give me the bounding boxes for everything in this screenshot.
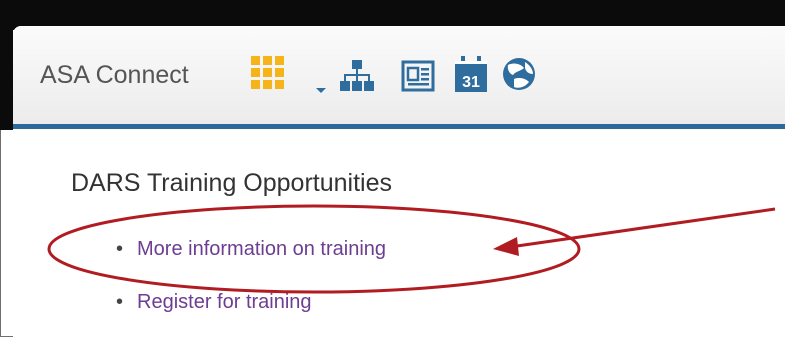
section-title: DARS Training Opportunities: [71, 169, 392, 197]
left-dark-band: [0, 0, 13, 130]
bullet-icon: •: [116, 238, 124, 260]
app-title: ASA Connect: [40, 61, 189, 89]
org-chart-icon[interactable]: [340, 60, 374, 92]
news-icon[interactable]: [401, 60, 435, 92]
list-item: • More information on training: [116, 236, 386, 262]
chevron-down-icon[interactable]: [316, 88, 326, 93]
more-information-link[interactable]: More information on training: [137, 238, 386, 260]
register-link[interactable]: Register for training: [137, 291, 312, 313]
calendar-day-text: 31: [462, 74, 480, 91]
apps-grid-icon[interactable]: [251, 56, 287, 92]
list-item: • Register for training: [116, 289, 312, 315]
globe-icon[interactable]: [501, 56, 537, 92]
calendar-icon[interactable]: 31: [455, 56, 487, 92]
bullet-icon: •: [116, 291, 124, 313]
